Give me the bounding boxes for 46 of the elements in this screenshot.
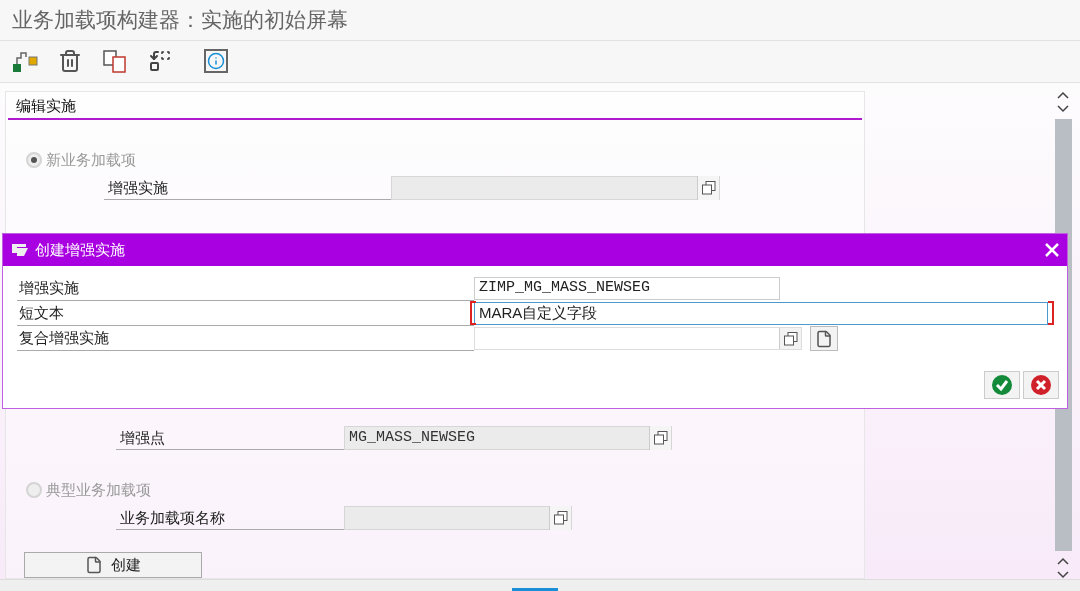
copy-icon	[782, 330, 799, 347]
field-label: 业务加载项名称	[116, 506, 344, 530]
copy-pages-icon[interactable]	[102, 49, 128, 74]
replace-icon[interactable]	[148, 49, 172, 74]
field-label: 增强实施	[17, 276, 474, 301]
input-field[interactable]	[474, 327, 802, 350]
input-field[interactable]: MG_MASS_NEWSEG	[344, 426, 672, 450]
window-title: 业务加载项构建器：实施的初始屏幕	[12, 7, 348, 33]
radio-button[interactable]	[26, 152, 42, 168]
scroll-down-icon[interactable]	[1057, 571, 1069, 579]
scroll-up-icon[interactable]	[1057, 557, 1069, 565]
value-help-button[interactable]	[649, 426, 671, 450]
cancel-button[interactable]	[1023, 371, 1059, 399]
field-label: 增强实施	[104, 176, 391, 200]
input-field[interactable]: ZIMP_MG_MASS_NEWSEG	[474, 277, 780, 300]
radio-button[interactable]	[26, 482, 42, 498]
scroll-up-icon[interactable]	[1057, 91, 1069, 99]
hierarchy-icon[interactable]	[12, 49, 38, 74]
confirm-button[interactable]	[984, 371, 1020, 399]
delete-icon[interactable]	[58, 49, 82, 74]
dialog-title: 创建增强实施	[35, 239, 126, 260]
window-icon	[11, 243, 29, 257]
document-icon	[815, 329, 833, 348]
input-field[interactable]	[391, 176, 720, 200]
create-button[interactable]: 创建	[24, 552, 202, 578]
field-label: 短文本	[17, 301, 474, 326]
field-label: 复合增强实施	[17, 326, 474, 351]
radio-label: 典型业务加载项	[46, 479, 151, 500]
cancel-icon	[1031, 375, 1051, 395]
copy-icon	[652, 430, 669, 446]
check-icon	[992, 375, 1012, 395]
copy-icon	[552, 510, 569, 526]
copy-icon	[700, 180, 717, 196]
close-icon[interactable]	[1045, 243, 1059, 257]
scroll-down-icon[interactable]	[1057, 105, 1069, 113]
document-icon	[85, 556, 103, 574]
value-help-button[interactable]	[779, 328, 801, 349]
new-document-button[interactable]	[810, 326, 838, 351]
info-icon[interactable]	[204, 49, 228, 74]
input-field[interactable]: MARA自定义字段	[474, 302, 1048, 325]
panel-title: 编辑实施	[16, 97, 76, 114]
radio-label: 新业务加载项	[46, 149, 136, 170]
value-help-button[interactable]	[697, 176, 719, 200]
input-field[interactable]	[344, 506, 572, 530]
field-label: 增强点	[116, 426, 344, 450]
value-help-button[interactable]	[549, 506, 571, 530]
